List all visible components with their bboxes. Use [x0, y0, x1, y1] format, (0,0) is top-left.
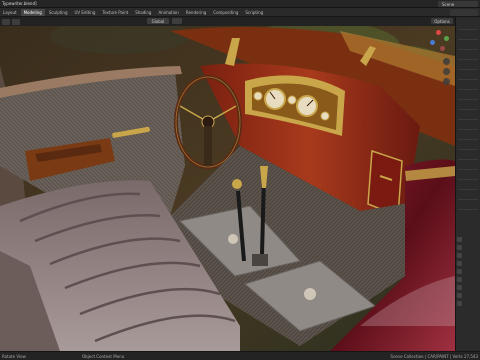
view-layer-selector[interactable] [450, 9, 478, 16]
outliner-row[interactable] [458, 59, 478, 60]
properties-modifier-tab[interactable] [457, 293, 462, 298]
status-left: Rotate View [2, 353, 26, 359]
properties-view-layer-tab[interactable] [457, 261, 462, 266]
options-label: Options [434, 18, 450, 24]
properties-object-tab[interactable] [457, 285, 462, 290]
outliner-row[interactable] [458, 179, 478, 180]
status-bar: Rotate View Object Context Menu Scene Co… [0, 351, 480, 360]
mode-button[interactable] [12, 18, 20, 25]
tab-uv-editing[interactable]: UV Editing [72, 9, 99, 16]
properties-scene-tab[interactable] [457, 269, 462, 274]
camera-icon[interactable] [443, 78, 450, 85]
tab-compositing[interactable]: Compositing [210, 9, 241, 16]
outliner-row[interactable] [458, 149, 478, 150]
viewport-header: Global Options [0, 17, 455, 26]
status-middle: Object Context Menu [82, 353, 125, 359]
tab-rendering[interactable]: Rendering [183, 9, 209, 16]
tab-sculpting[interactable]: Sculpting [46, 9, 71, 16]
tab-animation[interactable]: Animation [155, 9, 181, 16]
outliner-row[interactable] [458, 49, 478, 50]
nav-gizmo-x[interactable] [436, 30, 441, 35]
tab-label: Modeling [23, 9, 42, 15]
outliner-row[interactable] [458, 159, 478, 160]
outliner-row[interactable] [458, 39, 478, 40]
window-title: Typewriter.blend] [2, 1, 37, 6]
orientation-label: Global [151, 18, 165, 24]
tab-label: UV Editing [74, 9, 96, 15]
hand-icon[interactable] [443, 68, 450, 75]
tab-label: Compositing [213, 9, 239, 15]
car-interior-render [0, 26, 455, 351]
nav-gizmo-z[interactable] [430, 40, 435, 45]
properties-material-tab[interactable] [457, 301, 462, 306]
tab-label: Animation [158, 9, 179, 15]
workspace-tabs: Layout Modeling Sculpting UV Editing Tex… [0, 8, 480, 17]
properties-render-tab[interactable] [457, 245, 462, 250]
outliner-row[interactable] [458, 109, 478, 110]
snap-icon[interactable] [172, 18, 182, 24]
3d-viewport[interactable] [0, 26, 455, 351]
nav-gizmo-y[interactable] [444, 36, 449, 41]
tab-shading[interactable]: Shading [132, 9, 154, 16]
transform-orientation-dropdown[interactable]: Global [147, 18, 169, 24]
editor-type-button[interactable] [2, 18, 10, 25]
outliner-row[interactable] [458, 139, 478, 140]
nav-gizmo-neg-x[interactable] [440, 46, 445, 51]
tab-label: Texture Paint [102, 9, 129, 15]
outliner-row[interactable] [458, 189, 478, 190]
tab-label: Rendering [185, 9, 207, 15]
outliner-row[interactable] [458, 119, 478, 120]
tab-label: Shading [135, 9, 152, 15]
properties-output-tab[interactable] [457, 253, 462, 258]
tab-label: Layout [3, 9, 17, 15]
title-bar: Typewriter.blend] Scene [0, 0, 480, 8]
zoom-icon[interactable] [443, 58, 450, 65]
outliner-row[interactable] [458, 169, 478, 170]
tab-modeling[interactable]: Modeling [20, 8, 45, 16]
tab-label: Scripting [245, 9, 264, 15]
scene-selector[interactable]: Scene [438, 1, 478, 7]
outliner-row[interactable] [458, 69, 478, 70]
tab-layout[interactable]: Layout [0, 9, 20, 16]
outliner-panel[interactable] [455, 17, 480, 351]
properties-world-tab[interactable] [457, 277, 462, 282]
properties-tool-tab[interactable] [457, 237, 462, 242]
scene-label: Scene [442, 1, 455, 7]
outliner-row[interactable] [458, 199, 478, 200]
outliner-row[interactable] [458, 99, 478, 100]
tab-texture-paint[interactable]: Texture Paint [99, 9, 131, 16]
outliner-row[interactable] [458, 29, 478, 30]
outliner-row[interactable] [458, 79, 478, 80]
outliner-row[interactable] [458, 89, 478, 90]
tab-scripting[interactable]: Scripting [242, 9, 266, 16]
outliner-row[interactable] [458, 129, 478, 130]
tab-label: Sculpting [48, 9, 68, 15]
status-right: Scene Collection | CAR/PAINT | Verts 27,… [390, 353, 478, 359]
outliner-row[interactable] [458, 209, 478, 210]
options-dropdown[interactable]: Options [431, 18, 453, 24]
